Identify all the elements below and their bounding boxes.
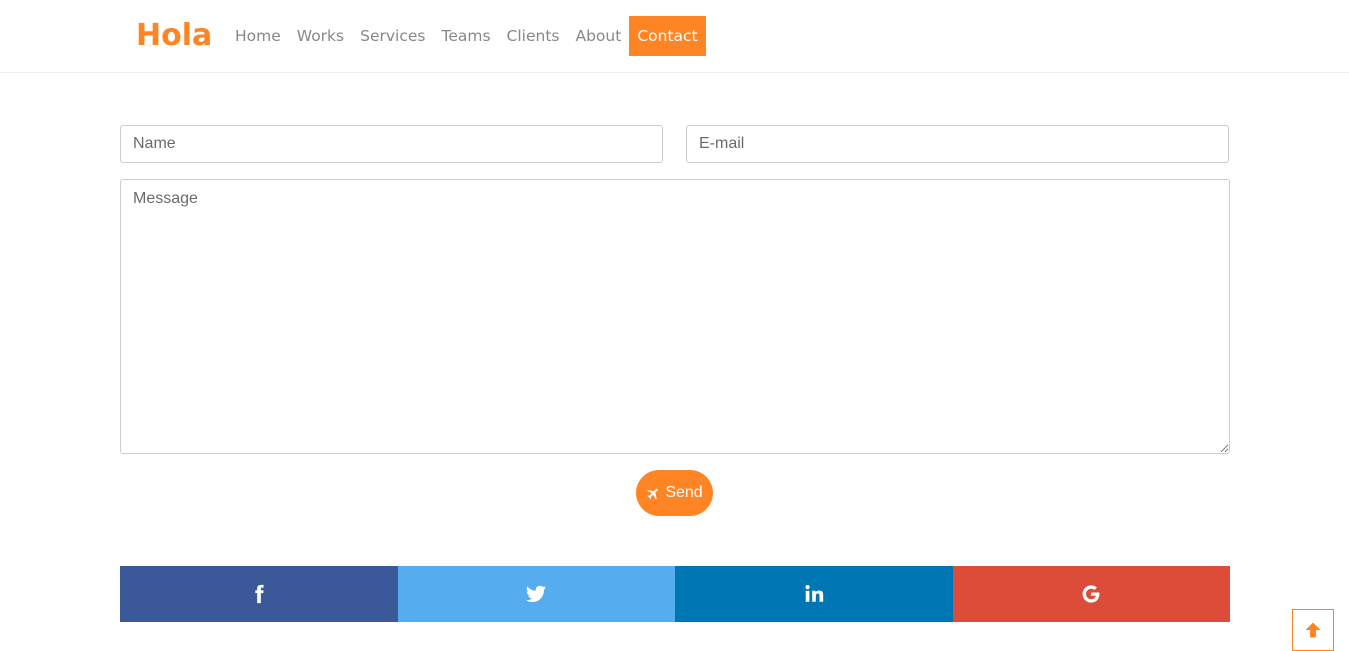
nav-item-contact[interactable]: Contact — [629, 16, 706, 56]
main-nav: Home Works Services Teams Clients About … — [227, 16, 706, 56]
brand-logo[interactable]: Hola — [136, 14, 212, 58]
nav-item-services[interactable]: Services — [352, 16, 433, 56]
nav-item-home[interactable]: Home — [227, 16, 289, 56]
facebook-link[interactable] — [120, 566, 398, 622]
message-input[interactable] — [120, 179, 1230, 454]
twitter-icon — [526, 585, 547, 603]
name-input[interactable] — [120, 125, 663, 163]
email-input[interactable] — [686, 125, 1229, 163]
nav-item-works[interactable]: Works — [289, 16, 352, 56]
linkedin-link[interactable] — [675, 566, 953, 622]
arrow-up-icon — [1305, 622, 1321, 638]
send-button[interactable]: Send — [636, 470, 713, 516]
send-label: Send — [665, 484, 703, 501]
twitter-link[interactable] — [397, 566, 675, 622]
facebook-icon — [255, 584, 264, 604]
google-link[interactable] — [952, 566, 1230, 622]
nav-item-clients[interactable]: Clients — [499, 16, 568, 56]
navbar: Hola Home Works Services Teams Clients A… — [0, 0, 1349, 73]
linkedin-icon — [805, 585, 823, 602]
nav-item-teams[interactable]: Teams — [433, 16, 498, 56]
nav-item-about[interactable]: About — [567, 16, 629, 56]
social-bar — [120, 566, 1230, 622]
plane-icon — [647, 488, 659, 499]
google-icon — [1082, 585, 1100, 603]
